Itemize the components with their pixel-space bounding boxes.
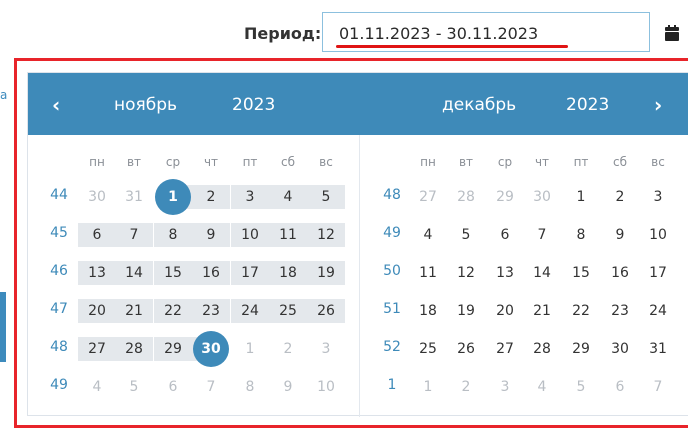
red-underline-annotation — [336, 45, 568, 48]
calendar-icon[interactable] — [665, 25, 679, 41]
period-label: Период: — [244, 24, 322, 43]
red-highlight-annotation — [14, 58, 688, 428]
period-value: 01.11.2023 - 30.11.2023 — [339, 24, 539, 43]
filter-bar: Период: 01.11.2023 - 30.11.2023 — [0, 0, 688, 60]
sidebar-block — [0, 292, 6, 362]
sidebar-text-fragment: a — [0, 88, 8, 102]
background-sidebar: a — [0, 60, 10, 430]
